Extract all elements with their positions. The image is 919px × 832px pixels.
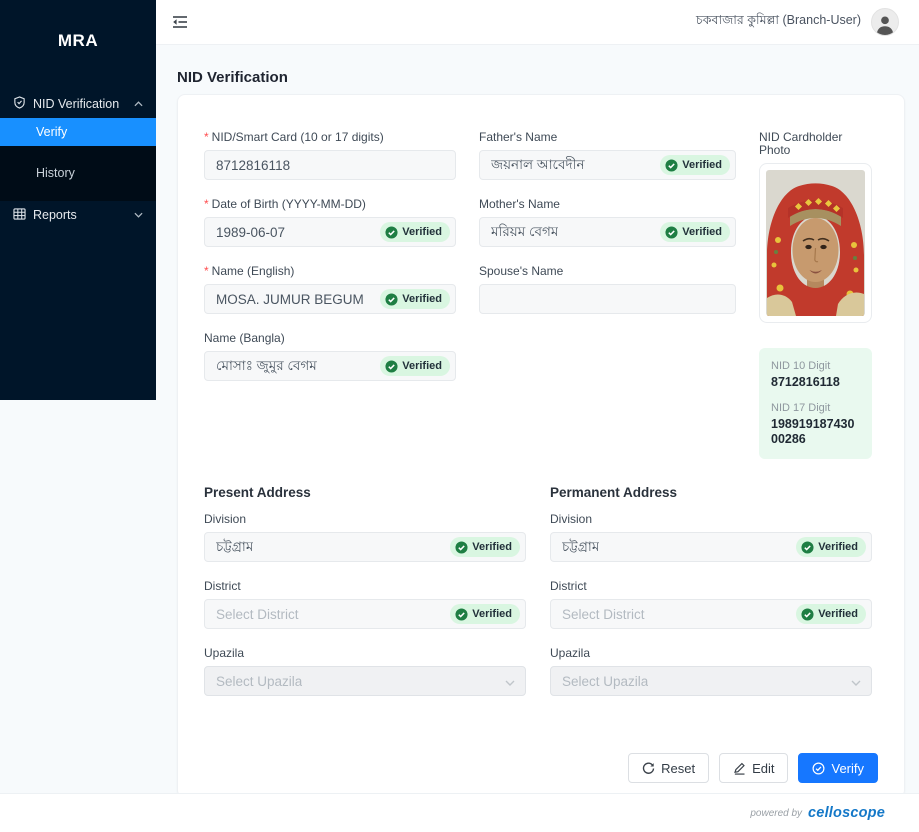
chevron-down-icon	[134, 212, 143, 218]
photo-label: NID Cardholder Photo	[759, 130, 843, 157]
chevron-down-icon	[851, 674, 861, 689]
present-district-input[interactable]: Select District Verified	[204, 599, 526, 629]
present-district-label: District	[204, 579, 241, 593]
check-circle-icon	[665, 158, 678, 172]
verified-badge: Verified	[796, 537, 866, 557]
permanent-district-label: District	[550, 579, 587, 593]
present-address-title: Present Address	[204, 485, 311, 500]
reset-icon	[642, 762, 655, 774]
permanent-upazila-select[interactable]: Select Upazila	[550, 666, 872, 696]
required-mark: *	[204, 130, 209, 144]
permanent-upazila-label: Upazila	[550, 646, 591, 660]
celloscope-brand: celloscope	[808, 805, 885, 821]
nid10-value: 8712816118	[771, 375, 840, 389]
table-icon	[13, 207, 26, 223]
verified-badge: Verified	[380, 356, 450, 376]
verify-button[interactable]: Verify	[798, 753, 878, 783]
user-name: চকবাজার কুমিল্লা (Branch-User)	[696, 13, 861, 27]
dob-input[interactable]: 1989-06-07 Verified	[204, 217, 456, 247]
nid-photo	[766, 170, 865, 316]
mother-name-label: Mother's Name	[479, 197, 560, 211]
verified-badge: Verified	[660, 222, 730, 242]
nid-summary-box: NID 10 Digit 8712816118 NID 17 Digit 198…	[759, 348, 872, 459]
sidebar-item-nid-verification[interactable]: NID Verification	[0, 90, 156, 118]
permanent-address-section: Permanent Address Division চট্টগ্রাম Ver…	[550, 485, 872, 714]
nid-label: * NID/Smart Card (10 or 17 digits)	[204, 130, 384, 144]
present-division-input[interactable]: চট্টগ্রাম Verified	[204, 532, 526, 562]
nid17-label: NID 17 Digit	[771, 402, 831, 414]
sidebar-item-label: Reports	[33, 208, 77, 222]
father-name-label: Father's Name	[479, 130, 558, 144]
sidebar-submenu: Verify History	[0, 118, 156, 201]
verified-badge: Verified	[796, 604, 866, 624]
permanent-address-title: Permanent Address	[550, 485, 678, 500]
sidebar: MRA NID Verification Verify History Repo…	[0, 0, 156, 400]
sidebar-item-history[interactable]: History	[0, 159, 156, 187]
verified-badge: Verified	[660, 155, 730, 175]
check-circle-icon	[385, 359, 398, 373]
spouse-name-label: Spouse's Name	[479, 264, 564, 278]
check-circle-icon	[801, 607, 814, 621]
present-address-section: Present Address Division চট্টগ্রাম Verif…	[204, 485, 526, 714]
permanent-division-label: Division	[550, 512, 593, 526]
father-name-input[interactable]: জয়নাল আবেদীন Verified	[479, 150, 736, 180]
nid-photo-frame	[759, 163, 872, 323]
reset-button[interactable]: Reset	[628, 753, 710, 783]
form-column-3: NID Cardholder Photo NID 10 Digit 871281…	[759, 131, 872, 459]
permanent-district-input[interactable]: Select District Verified	[550, 599, 872, 629]
check-circle-icon	[455, 540, 468, 554]
page-footer: powered by celloscope	[0, 793, 919, 832]
verified-badge: Verified	[380, 222, 450, 242]
check-circle-icon	[455, 607, 468, 621]
top-header: চকবাজার কুমিল্লা (Branch-User)	[156, 0, 919, 45]
brand-logo: MRA	[57, 31, 99, 50]
verified-badge: Verified	[380, 289, 450, 309]
nid-input[interactable]: 8712816118	[204, 150, 456, 180]
check-circle-icon	[812, 762, 825, 774]
verified-badge: Verified	[450, 604, 520, 624]
mother-name-input[interactable]: মরিয়ম বেগম Verified	[479, 217, 736, 247]
check-circle-icon	[665, 225, 678, 239]
shield-icon	[13, 96, 26, 112]
check-circle-icon	[385, 292, 398, 306]
sidebar-nav: NID Verification Verify History Reports	[0, 90, 156, 229]
required-mark: *	[204, 264, 209, 278]
name-english-input[interactable]: MOSA. JUMUR BEGUM Verified	[204, 284, 456, 314]
avatar	[871, 8, 899, 36]
dob-label: * Date of Birth (YYYY-MM-DD)	[204, 197, 366, 211]
user-menu[interactable]: চকবাজার কুমিল্লা (Branch-User)	[696, 8, 899, 36]
menu-fold-icon[interactable]	[172, 15, 188, 29]
name-bangla-input[interactable]: মোসাঃ জুমুর বেগম Verified	[204, 351, 456, 381]
permanent-division-input[interactable]: চট্টগ্রাম Verified	[550, 532, 872, 562]
check-circle-icon	[385, 225, 398, 239]
name-english-label: * Name (English)	[204, 264, 295, 278]
nid17-value: 19891918743000286	[771, 417, 855, 446]
name-bangla-label: Name (Bangla)	[204, 331, 285, 345]
spouse-name-input[interactable]	[479, 284, 736, 314]
sidebar-item-label: NID Verification	[33, 97, 120, 111]
form-column-1: * NID/Smart Card (10 or 17 digits) 871281…	[204, 131, 456, 459]
chevron-down-icon	[505, 674, 515, 689]
form-column-2: Father's Name জয়নাল আবেদীন Verified Mot…	[479, 131, 736, 459]
verified-badge: Verified	[450, 537, 520, 557]
page-title: NID Verification	[177, 69, 288, 86]
chevron-up-icon	[134, 101, 143, 107]
edit-button[interactable]: Edit	[719, 753, 789, 783]
action-buttons: Reset Edit Verify	[204, 753, 878, 783]
powered-by-text: powered by	[750, 807, 803, 819]
present-division-label: Division	[204, 512, 247, 526]
nid-verification-card: * NID/Smart Card (10 or 17 digits) 871281…	[177, 94, 905, 798]
sidebar-item-verify[interactable]: Verify	[0, 118, 156, 146]
sidebar-item-reports[interactable]: Reports	[0, 201, 156, 229]
nid10-label: NID 10 Digit	[771, 360, 831, 372]
check-circle-icon	[801, 540, 814, 554]
present-upazila-select[interactable]: Select Upazila	[204, 666, 526, 696]
edit-icon	[734, 762, 745, 775]
required-mark: *	[204, 197, 209, 211]
main-content: NID Verification * NID/Smart Card (10 or …	[156, 69, 919, 798]
present-upazila-label: Upazila	[204, 646, 245, 660]
